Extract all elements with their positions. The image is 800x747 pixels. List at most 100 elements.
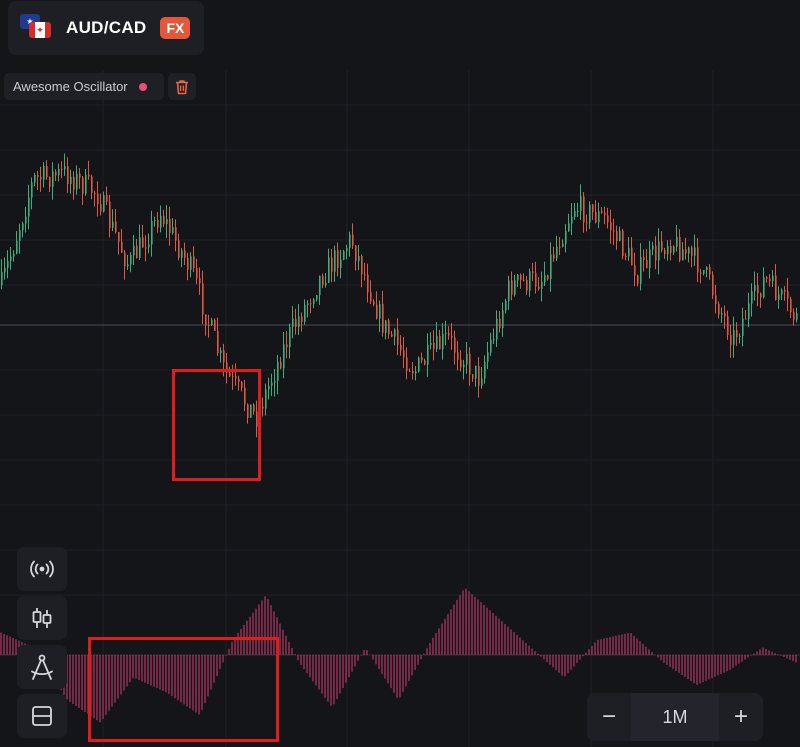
candle-body [493, 339, 495, 341]
candle-body [85, 174, 87, 194]
candle-body [505, 300, 507, 311]
candle-body [349, 234, 351, 248]
candle-body [415, 371, 417, 374]
candle-body [484, 361, 486, 379]
candle-body [325, 282, 327, 286]
candle-body [664, 250, 666, 255]
candle-body [490, 339, 492, 353]
candle-body [202, 283, 204, 315]
candle-body [448, 332, 450, 336]
candle-body [268, 385, 270, 390]
candle-body [622, 230, 624, 256]
candle-body [451, 335, 453, 338]
candle-body [100, 204, 102, 212]
signals-button[interactable] [17, 547, 67, 591]
candle-body [619, 230, 621, 241]
candle-body [754, 284, 756, 292]
layout-button[interactable] [17, 694, 67, 738]
candle-body [439, 335, 441, 350]
candle-body [40, 176, 42, 180]
candle-body [373, 301, 375, 305]
candle-body [409, 370, 411, 372]
candle-body [577, 210, 579, 212]
candle-body [763, 277, 765, 298]
candle-body [643, 256, 645, 260]
candle-body [310, 303, 312, 305]
candle-body [64, 166, 66, 170]
canada-flag-icon: ✦ [29, 22, 51, 38]
candle-body [25, 216, 27, 224]
candle-body [697, 247, 699, 273]
zoom-out-button[interactable]: − [587, 693, 631, 741]
candle-body [586, 222, 588, 224]
zoom-in-button[interactable]: + [719, 693, 763, 741]
trash-icon [176, 79, 188, 94]
candle-body [97, 193, 99, 205]
indicator-chip[interactable]: Awesome Oscillator [4, 73, 164, 100]
candle-body [553, 254, 555, 259]
candle-body [277, 361, 279, 381]
candle-body [391, 334, 393, 337]
candle-body [223, 350, 225, 363]
candle-body [793, 312, 795, 320]
candle-body [748, 303, 750, 320]
candle-body [595, 211, 597, 223]
candle-body [445, 332, 447, 334]
candle-body [394, 329, 396, 337]
candle-body [661, 241, 663, 251]
candle-body [610, 222, 612, 231]
candle-body [292, 318, 294, 328]
candle-body [580, 196, 582, 211]
instrument-selector[interactable]: ★ ✦ AUD/CAD FX [8, 1, 204, 55]
candle-body [778, 294, 780, 300]
candle-body [709, 267, 711, 275]
candle-body [784, 290, 786, 292]
candle-body [460, 359, 462, 368]
candle-body [385, 320, 387, 333]
candle-body [217, 330, 219, 354]
candle-body [694, 247, 696, 256]
candle-body [13, 253, 15, 257]
indicator-name: Awesome Oscillator [13, 79, 128, 94]
candle-body [481, 378, 483, 386]
candle-body [208, 325, 210, 327]
candlestick-icon [32, 608, 52, 628]
price-chart[interactable] [0, 0, 800, 747]
candle-body [541, 281, 543, 289]
candle-body [34, 174, 36, 183]
candle-body [682, 249, 684, 261]
candle-body [19, 230, 21, 241]
candle-body [616, 231, 618, 241]
candle-body [397, 329, 399, 345]
chart-type-button[interactable] [17, 596, 67, 640]
candle-body [241, 382, 243, 388]
candle-body [376, 304, 378, 319]
candle-body [343, 251, 345, 260]
currency-flags: ★ ✦ [20, 14, 52, 42]
candle-body [388, 320, 390, 335]
candle-body [136, 245, 138, 259]
candle-body [700, 272, 702, 274]
candle-body [775, 275, 777, 300]
candle-body [463, 364, 465, 368]
delete-indicator-button[interactable] [168, 73, 196, 100]
candle-body [583, 196, 585, 223]
candle-body [757, 284, 759, 294]
drawing-tools-button[interactable] [17, 645, 67, 689]
candle-body [367, 274, 369, 293]
candle-body [328, 257, 330, 283]
candle-body [742, 318, 744, 336]
candle-body [502, 310, 504, 328]
candle-body [346, 247, 348, 252]
candle-body [400, 344, 402, 351]
candle-body [28, 197, 30, 217]
candle-body [475, 365, 477, 379]
timeframe-label[interactable]: 1M [631, 693, 719, 741]
candle-body [454, 337, 456, 353]
candle-body [766, 277, 768, 279]
candle-body [31, 182, 33, 198]
candle-body [52, 171, 54, 187]
candle-body [118, 231, 120, 242]
candle-body [82, 177, 84, 194]
candle-body [442, 333, 444, 350]
